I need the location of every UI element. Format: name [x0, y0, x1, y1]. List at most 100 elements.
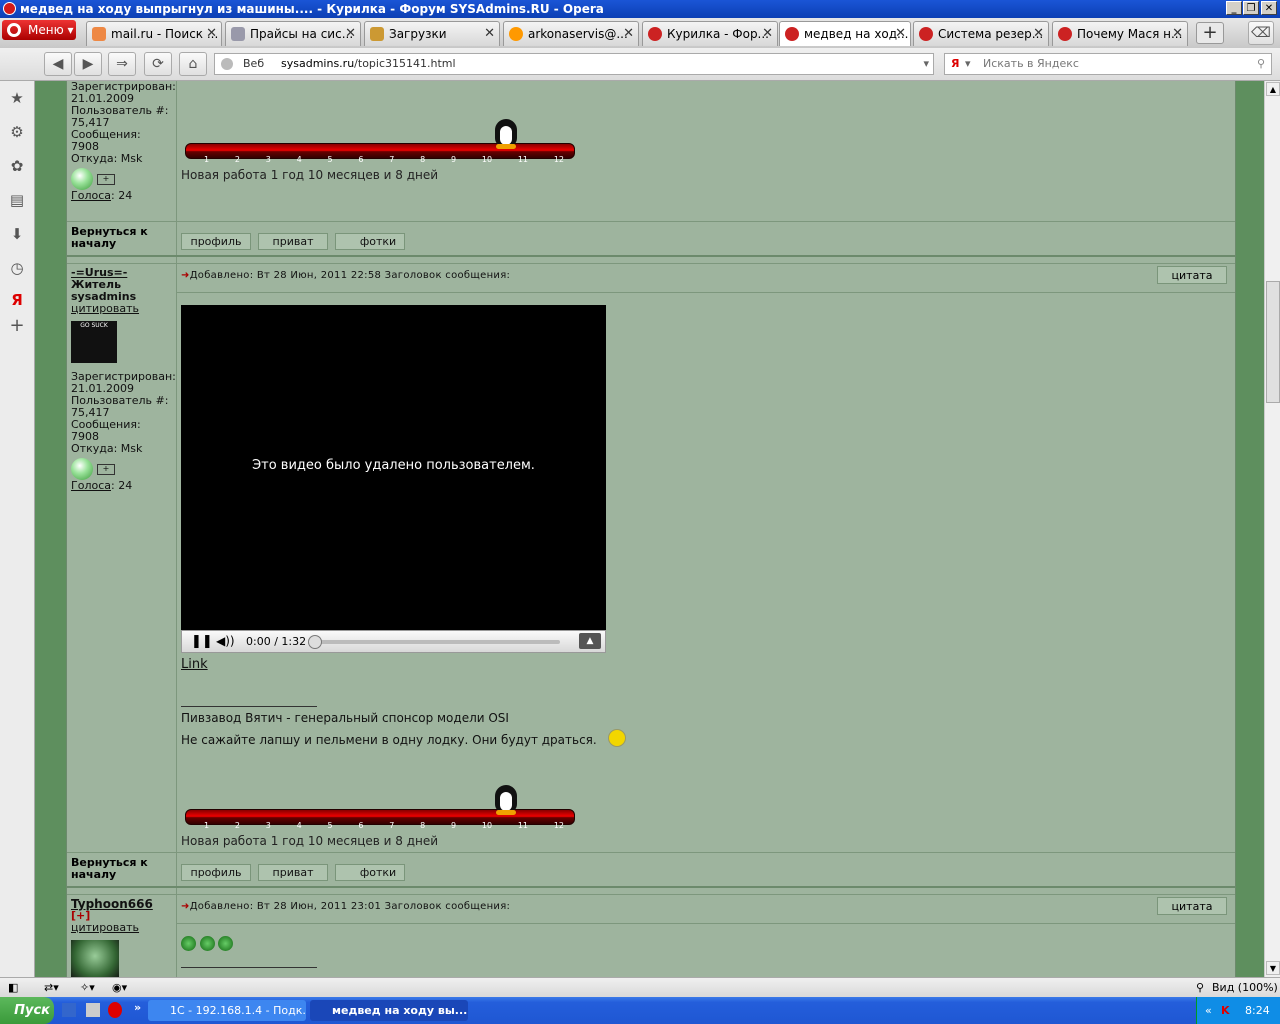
address-toolbar: ◀ ▶ ⇒ ⟳ ⌂ Веб sysadmins.ru/topic315141.h…: [0, 48, 1280, 81]
unite-status-icon[interactable]: ◉▾: [112, 978, 127, 997]
tick: 1: [204, 155, 210, 164]
fast-forward-button[interactable]: ⇒: [108, 52, 136, 76]
add-panel-icon[interactable]: +: [8, 317, 26, 335]
chevron-down-icon[interactable]: ▾: [923, 54, 929, 74]
sync-icon[interactable]: ⇄▾: [44, 978, 59, 997]
opera-quicklaunch-icon[interactable]: [108, 1002, 122, 1018]
seek-handle[interactable]: [308, 635, 322, 649]
scroll-down-button[interactable]: ▼: [1266, 961, 1280, 975]
profile-button[interactable]: профиль: [181, 233, 251, 250]
vertical-scrollbar[interactable]: ▲ ▼: [1264, 81, 1280, 977]
new-tab-button[interactable]: +: [1196, 22, 1224, 44]
widgets-gear-icon[interactable]: ⚙: [8, 123, 26, 141]
turbo-icon[interactable]: ✧▾: [80, 978, 95, 997]
expand-icon[interactable]: +: [97, 173, 115, 185]
tab-0[interactable]: mail.ru - Поиск ... ✕: [86, 21, 222, 46]
quote-button[interactable]: цитата: [1157, 897, 1227, 915]
tab-close-icon[interactable]: ✕: [762, 22, 773, 46]
sysadmins-favicon-icon: [785, 27, 799, 41]
post-arrow-icon: ➜: [181, 901, 190, 912]
site-info-icon[interactable]: [221, 58, 233, 70]
tab-6[interactable]: Система резер... ✕: [913, 21, 1049, 46]
tab-close-icon[interactable]: ✕: [895, 22, 906, 46]
expand-up-icon[interactable]: ▲: [579, 633, 601, 649]
tab-7[interactable]: Почему Мася н... ✕: [1052, 21, 1188, 46]
tick: 6: [358, 821, 364, 830]
back-to-top-link[interactable]: Вернуться к началу: [71, 226, 171, 250]
tab-close-icon[interactable]: ✕: [484, 22, 495, 46]
back-button[interactable]: ◀: [44, 52, 72, 76]
tick: 3: [265, 821, 271, 830]
tab-1[interactable]: Прайсы на сис... ✕: [225, 21, 361, 46]
scroll-thumb[interactable]: [1266, 281, 1280, 403]
tab-3[interactable]: arkonaservis@... ✕: [503, 21, 639, 46]
home-button[interactable]: ⌂: [179, 52, 207, 76]
tab-close-icon[interactable]: ✕: [1172, 22, 1183, 46]
start-button[interactable]: Пуск: [0, 997, 54, 1024]
quicklaunch-icon[interactable]: [62, 1003, 76, 1017]
notes-icon[interactable]: ▤: [8, 191, 26, 209]
votes-link[interactable]: Голоса: [71, 189, 111, 202]
search-icon[interactable]: ⚲: [1257, 54, 1265, 74]
opera-menu-button[interactable]: Меню ▾: [2, 20, 76, 40]
private-message-button[interactable]: приват: [258, 233, 328, 250]
menu-label: Меню: [28, 23, 64, 37]
video-link[interactable]: Link: [181, 657, 208, 672]
tab-5-active[interactable]: медвед на ход... ✕: [779, 21, 911, 46]
kaspersky-icon[interactable]: K: [1221, 997, 1230, 1024]
close-window-button[interactable]: ✕: [1261, 1, 1277, 15]
quote-button[interactable]: цитата: [1157, 266, 1227, 284]
panel-toggle-icon[interactable]: ◧: [8, 978, 18, 997]
reload-button[interactable]: ⟳: [144, 52, 172, 76]
more-chevron-icon[interactable]: »: [134, 1001, 141, 1014]
tray-expand-icon[interactable]: «: [1205, 997, 1212, 1024]
opera-logo-icon: [3, 2, 16, 15]
forward-button[interactable]: ▶: [74, 52, 102, 76]
maximize-button[interactable]: ❐: [1243, 1, 1259, 15]
work-duration: Новая работа 1 год 10 месяцев и 8 дней: [181, 834, 439, 848]
volume-icon[interactable]: ◀)): [216, 634, 235, 648]
post1-user-info: Зарегистрирован: 21.01.2009 Пользователь…: [71, 81, 176, 202]
pause-button[interactable]: ❚❚: [191, 634, 213, 649]
tab-close-icon[interactable]: ✕: [345, 22, 356, 46]
tab-2[interactable]: Загрузки ✕: [364, 21, 500, 46]
tab-close-icon[interactable]: ✕: [1033, 22, 1044, 46]
tab-4[interactable]: Курилка - Фор... ✕: [642, 21, 778, 46]
history-clock-icon[interactable]: ◷: [8, 259, 26, 277]
smiley-icon: [218, 936, 233, 951]
votes-link[interactable]: Голоса: [71, 479, 111, 492]
engine-dropdown-icon[interactable]: ▾: [965, 54, 971, 74]
window-titlebar[interactable]: медвед на ходу выпрыгнул из машины.... -…: [0, 0, 1280, 18]
downloads-icon[interactable]: ⬇: [8, 225, 26, 243]
user-avatar: [71, 940, 119, 977]
yandex-engine-icon[interactable]: Я: [951, 54, 959, 74]
taskbar-task-1c[interactable]: 1С - 192.168.1.4 - Подк...: [148, 1000, 306, 1021]
yandex-panel-icon[interactable]: Я: [8, 291, 26, 309]
video-player[interactable]: Это видео было удалено пользователем.: [181, 305, 606, 631]
zoom-label[interactable]: Вид (100%): [1212, 978, 1278, 997]
url-path: /topic315141.html: [354, 57, 456, 70]
search-field[interactable]: Я ▾ Искать в Яндекс ⚲: [944, 53, 1272, 75]
tick: 10: [481, 155, 493, 164]
seek-bar[interactable]: [310, 640, 560, 644]
cite-link[interactable]: цитировать: [71, 922, 153, 934]
bookmarks-icon[interactable]: ★: [8, 89, 26, 107]
back-to-top-link[interactable]: Вернуться к началу: [71, 857, 171, 881]
minimize-button[interactable]: _: [1226, 1, 1242, 15]
photos-button[interactable]: фотки: [335, 864, 405, 881]
trash-icon[interactable]: ⌫: [1248, 21, 1274, 45]
taskbar-task-opera-active[interactable]: медвед на ходу вы...: [310, 1000, 468, 1021]
address-field[interactable]: Веб sysadmins.ru/topic315141.html ▾: [214, 53, 934, 75]
scroll-up-button[interactable]: ▲: [1266, 82, 1280, 96]
private-message-button[interactable]: приват: [258, 864, 328, 881]
tab-close-icon[interactable]: ✕: [206, 22, 217, 46]
quicklaunch-icon[interactable]: [86, 1003, 100, 1017]
signature-line-1: Пивзавод Вятич - генеральный спонсор мод…: [181, 711, 509, 725]
tick: 2: [234, 821, 240, 830]
photos-button[interactable]: фотки: [335, 233, 405, 250]
expand-icon[interactable]: +: [97, 463, 115, 475]
profile-button[interactable]: профиль: [181, 864, 251, 881]
unite-icon[interactable]: ✿: [8, 157, 26, 175]
tab-close-icon[interactable]: ✕: [623, 22, 634, 46]
cite-link[interactable]: цитировать: [71, 303, 176, 315]
